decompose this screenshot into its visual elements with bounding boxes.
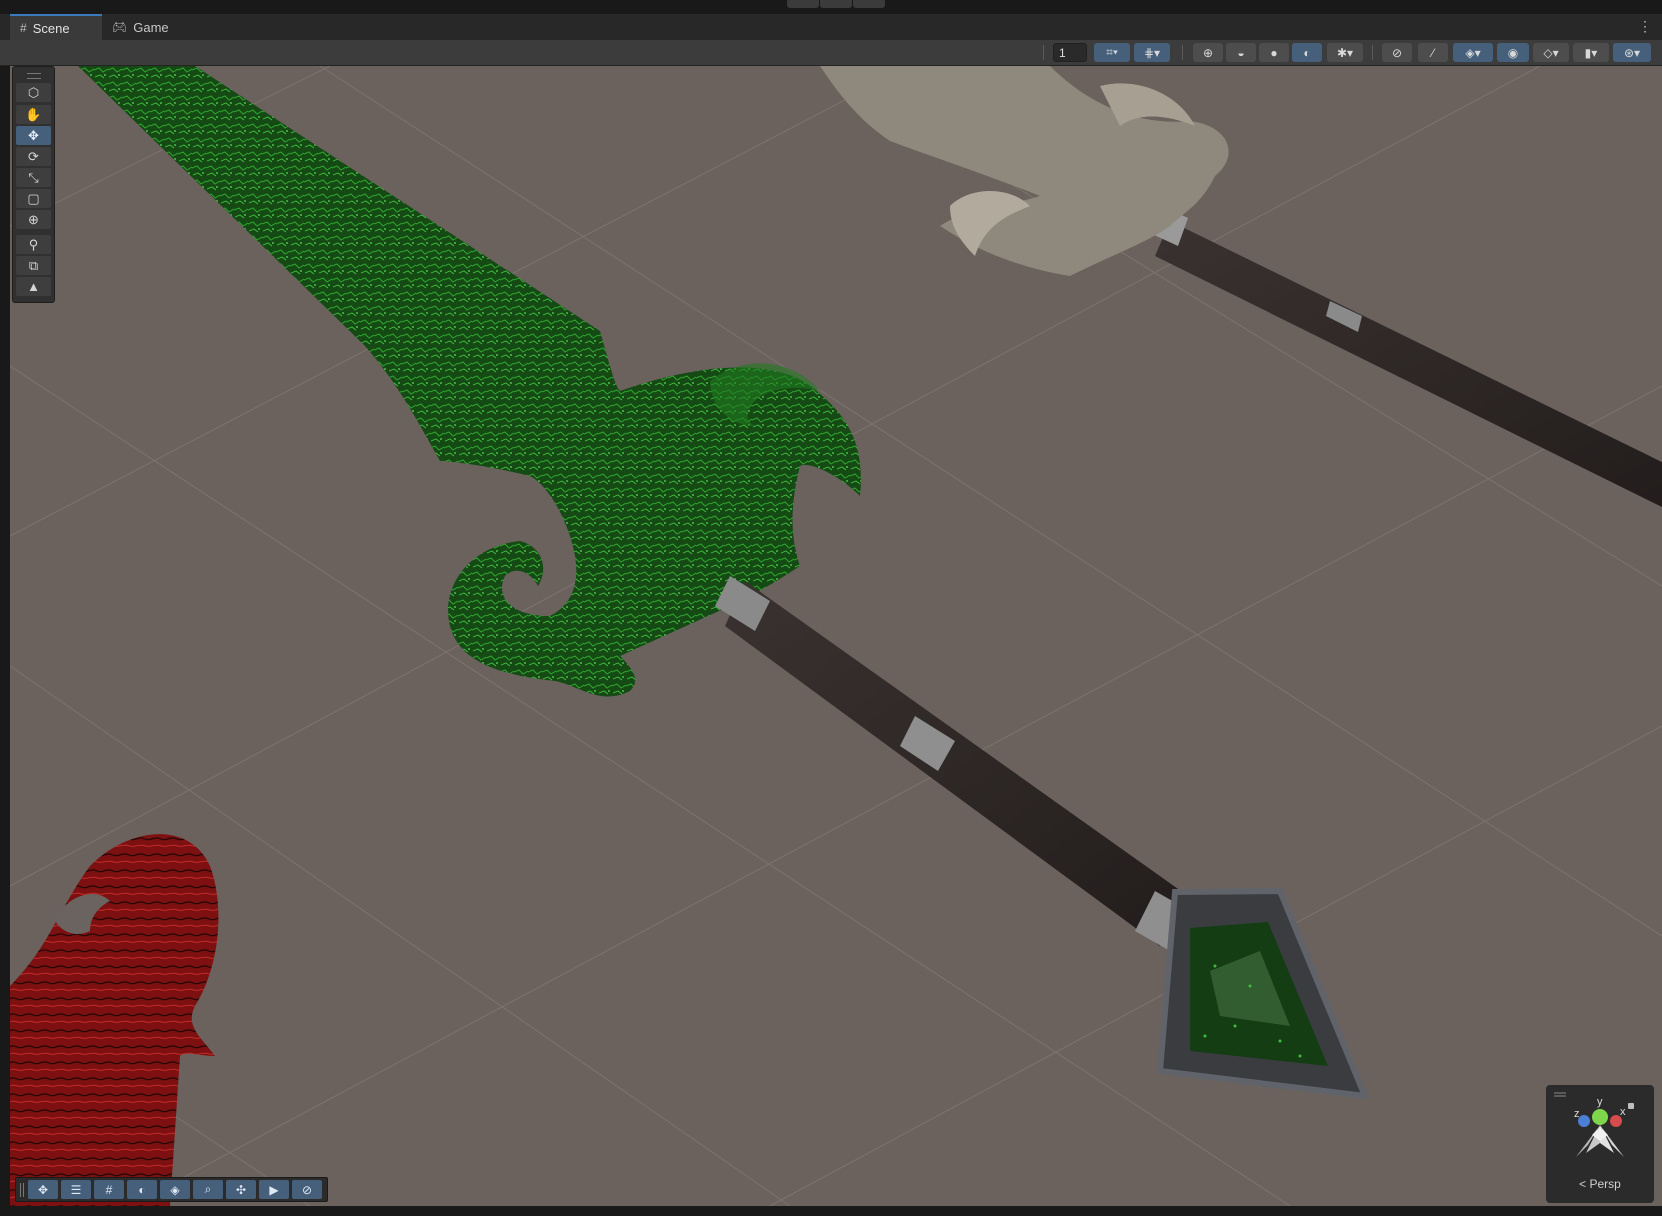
move-overlay-button[interactable]: ✥ — [28, 1180, 58, 1199]
toolbar-separator — [1372, 45, 1373, 60]
global-icon: ⊕ — [1202, 45, 1214, 60]
rect-icon: ▢ — [27, 190, 40, 206]
transform-icon: ⊕ — [28, 211, 39, 227]
axis-gizmo-icon: y z x — [1554, 1092, 1634, 1157]
move-overlay-icon: ✥ — [37, 1182, 49, 1197]
render-layers-button[interactable]: ◇▾ — [1533, 43, 1569, 62]
tab-game-label: Game — [133, 19, 169, 35]
scale-tool-button[interactable]: ⤡ — [16, 168, 51, 187]
compass-overlay-button[interactable]: ⊘ — [292, 1180, 322, 1199]
camera-overlay-icon: ▶ — [269, 1182, 279, 1197]
shading-overlay-icon: ◐ — [138, 1182, 146, 1197]
gamepad-icon: 🎮︎ — [112, 20, 128, 34]
step-button[interactable] — [853, 0, 885, 8]
camera-overlay-button[interactable]: ▶ — [259, 1180, 289, 1199]
x-axis-label: x — [1620, 1106, 1626, 1118]
toolbar-separator — [1043, 45, 1044, 60]
settings-overlay-button[interactable]: ☰ — [61, 1180, 91, 1199]
tab-scene[interactable]: # Scene — [10, 14, 102, 40]
grid-overlay-button[interactable]: # — [94, 1180, 124, 1199]
search-overlay-button[interactable]: ⌕ — [193, 1180, 223, 1199]
perspective-toggle[interactable]: < Persp — [1546, 1177, 1654, 1191]
effects-button[interactable]: ⁄ — [1418, 43, 1448, 62]
scene-visibility-icon: ◉ — [1507, 45, 1519, 60]
cube-icon: ⬡ — [27, 84, 40, 100]
layers-overlay-button[interactable]: ◈ — [160, 1180, 190, 1199]
pause-button[interactable] — [820, 0, 852, 8]
settings-overlay-icon: ☰ — [70, 1182, 82, 1197]
camera-button[interactable]: ▮▾ — [1573, 43, 1609, 62]
copy-icon: ⧉ — [28, 257, 39, 273]
toolbar-separator — [1182, 45, 1183, 60]
draw-mode-icon: ◒ — [1237, 45, 1245, 60]
audio-mute-icon: ⊘ — [1391, 45, 1403, 60]
tab-bar: # Scene 🎮︎ Game — [0, 14, 1662, 41]
wireframe-button[interactable]: ⊕ — [1193, 43, 1223, 62]
shaded-wireframe-button[interactable]: ◒ — [1226, 43, 1256, 62]
camera-icon: ▮▾ — [1584, 45, 1598, 60]
gizmo-toggle-icon: ⊛▾ — [1623, 45, 1641, 60]
grid-overlay-icon: # — [105, 1182, 113, 1197]
move-tool-button[interactable]: ✥ — [16, 126, 51, 145]
green-spear-handle — [715, 576, 1370, 1100]
grid-visibility-button[interactable]: ⌗▾ — [1094, 43, 1130, 62]
rotate-tool-button[interactable]: ⟳ — [16, 147, 51, 166]
lighting-button[interactable]: ◐ — [1292, 43, 1322, 62]
layers-icon: ◈▾ — [1465, 45, 1481, 60]
tab-scene-label: Scene — [32, 20, 70, 36]
custom-tool-button[interactable]: ⚲ — [16, 235, 51, 254]
terrain-tool-button[interactable]: ▲ — [16, 277, 51, 296]
more-options-icon[interactable]: ⋮ — [1638, 18, 1652, 35]
layers-overlay-icon: ◈ — [170, 1182, 180, 1197]
snap-increment-icon: ⋕▾ — [1143, 45, 1161, 60]
search-overlay-icon: ⌕ — [204, 1182, 212, 1196]
copy-tool-button[interactable]: ⧉ — [16, 256, 51, 275]
pivot-overlay-button[interactable]: ✣ — [226, 1180, 256, 1199]
red-spear — [10, 834, 219, 1206]
rect-tool-button[interactable]: ▢ — [16, 189, 51, 208]
custom-tool-icon: ⚲ — [28, 236, 39, 252]
pivot-overlay-icon: ✣ — [235, 1182, 247, 1197]
grid-snap-input[interactable]: 1 — [1053, 43, 1087, 62]
y-axis-label: y — [1597, 1096, 1603, 1108]
overlay-toolbar: ✥ ☰ # ◐ ◈ ⌕ ✣ ▶ ⊘ — [15, 1177, 328, 1202]
shading-overlay-button[interactable]: ◐ — [127, 1180, 157, 1199]
terrain-icon: ▲ — [27, 279, 40, 294]
transform-tool-button[interactable]: ⊕ — [16, 210, 51, 229]
top-strip — [0, 0, 1662, 14]
z-axis-label: z — [1574, 1108, 1580, 1120]
lighting-icon: ◐ — [1303, 45, 1311, 60]
play-button[interactable] — [787, 0, 819, 8]
hand-icon: ✋ — [25, 106, 42, 122]
scene-render — [10, 66, 1662, 1206]
scene-visibility-button[interactable]: ◉ — [1497, 43, 1529, 62]
render-layers-icon: ◇▾ — [1543, 45, 1559, 60]
scene-viewport[interactable] — [10, 66, 1662, 1206]
compass-overlay-icon: ⊘ — [301, 1182, 313, 1197]
scene-toolbar: 1 ⌗▾ ⋕▾ ⊕ ◒ ● ◐ ✱▾ ⊘ ⁄ ◈▾ ◉ ◇▾ ▮▾ ⊛▾ — [0, 40, 1662, 66]
layers-button[interactable]: ◈▾ — [1453, 43, 1493, 62]
gizmos-bug-icon: ✱▾ — [1336, 45, 1354, 60]
audio-button[interactable]: ⊘ — [1382, 43, 1412, 62]
tab-game[interactable]: 🎮︎ Game — [102, 14, 182, 40]
shaded-button[interactable]: ● — [1259, 43, 1289, 62]
move-icon: ✥ — [28, 127, 39, 143]
bottom-strip — [0, 1206, 1662, 1216]
effects-icon: ⁄ — [1431, 45, 1434, 60]
overlay-grip[interactable] — [20, 1183, 24, 1197]
gizmos-button[interactable]: ✱▾ — [1327, 43, 1363, 62]
snap-increment-button[interactable]: ⋕▾ — [1134, 43, 1170, 62]
grid-icon: # — [20, 21, 27, 35]
palette-grip[interactable] — [27, 73, 41, 79]
rotate-icon: ⟳ — [28, 148, 39, 164]
grid-visibility-icon: ⌗▾ — [1106, 45, 1118, 59]
orientation-gizmo[interactable]: y z x < Persp — [1546, 1085, 1654, 1203]
gizmo-toggle-button[interactable]: ⊛▾ — [1613, 43, 1651, 62]
shaded-sphere-icon: ● — [1270, 45, 1278, 60]
orientation-cube-button[interactable]: ⬡ — [16, 83, 51, 102]
scale-icon: ⤡ — [28, 169, 39, 185]
view-tool-button[interactable]: ✋ — [16, 105, 51, 124]
stone-spear — [820, 66, 1662, 508]
tool-palette: ⬡ ✋ ✥ ⟳ ⤡ ▢ ⊕ ⚲ ⧉ ▲ — [12, 66, 55, 303]
